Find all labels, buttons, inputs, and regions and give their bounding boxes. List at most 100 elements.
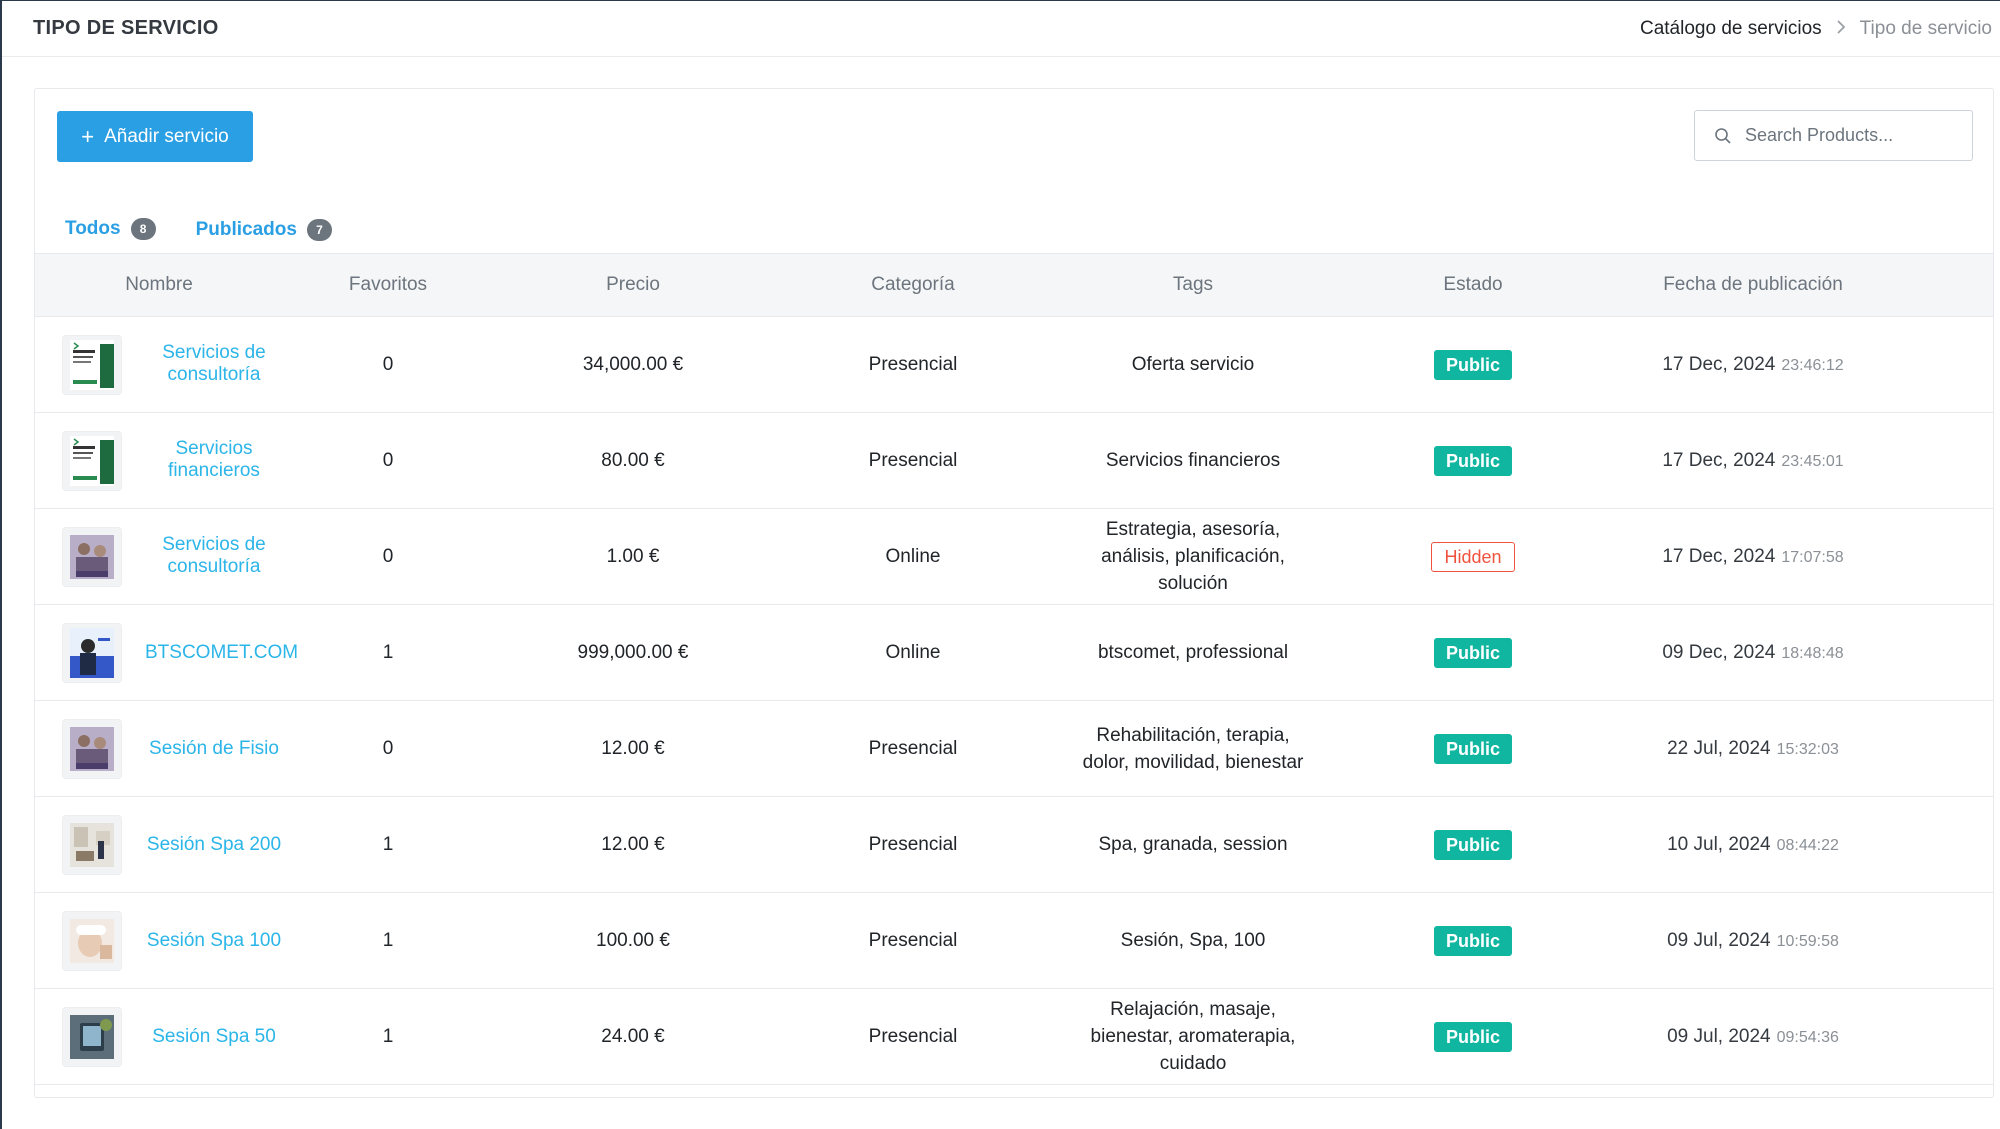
column-header-date[interactable]: Fecha de publicación [1613, 274, 1893, 296]
tab-publicados-label: Publicados [195, 219, 297, 240]
table-row[interactable]: Sesión de Fisio 0 12.00 € Presencial Rehabil… [35, 701, 1993, 797]
add-service-label: Añadir servicio [104, 125, 229, 147]
table-row[interactable]: Sesión Spa 200 1 12.00 € Presencial Spa, gra… [35, 797, 1993, 893]
thumbnail-cell [35, 719, 145, 778]
publish-time: 18:48:48 [1781, 644, 1844, 662]
column-header-status[interactable]: Estado [1333, 274, 1613, 296]
service-thumbnail-image[interactable] [63, 335, 121, 394]
table-row[interactable]: Servicios de consultoría 0 1.00 € Online Est… [35, 509, 1993, 605]
column-header-price[interactable]: Precio [493, 274, 773, 296]
date-cell: 17 Dec, 2024 17:07:58 [1613, 543, 1893, 571]
tags-cell: Relajación, masaje, bienestar, aromatera… [1090, 999, 1296, 1074]
publish-time: 23:46:12 [1781, 356, 1844, 374]
service-thumbnail-image[interactable] [63, 431, 121, 490]
breadcrumb-catalog-link[interactable]: Catálogo de servicios [1640, 18, 1822, 40]
service-name-link[interactable]: Servicios de consultoría [145, 534, 283, 578]
status-badge: Public [1433, 637, 1512, 668]
price-cell: 100.00 € [596, 930, 670, 951]
tab-todos[interactable]: Todos 8 [45, 204, 176, 256]
category-cell: Presencial [868, 450, 958, 471]
tab-publicados[interactable]: Publicados 7 [176, 204, 352, 256]
price-cell: 12.00 € [601, 738, 665, 759]
publish-date: 09 Dec, 2024 [1662, 641, 1776, 663]
category-cell: Presencial [868, 1026, 958, 1047]
status-badge: Hidden [1431, 541, 1515, 572]
column-header-favorites[interactable]: Favoritos [283, 274, 493, 296]
date-cell: 10 Jul, 2024 08:44:22 [1613, 831, 1893, 859]
search-box[interactable] [1694, 110, 1973, 161]
service-name-link[interactable]: Sesión Spa 200 [147, 834, 281, 856]
service-thumbnail-image[interactable] [63, 815, 121, 874]
status-badge: Public [1433, 733, 1512, 764]
name-cell: BTSCOMET.COM [145, 639, 298, 666]
service-thumbnail-image[interactable] [63, 1007, 121, 1066]
category-cell: Online [885, 642, 941, 663]
table-row[interactable]: Servicios financieros 0 80.00 € Presencial S… [35, 413, 1993, 509]
tab-todos-label: Todos [65, 218, 121, 239]
service-thumbnail-image[interactable] [63, 719, 121, 778]
service-name-link[interactable]: Sesión Spa 100 [147, 930, 281, 952]
tabs: Todos 8 Publicados 7 [45, 204, 352, 257]
service-thumbnail-image[interactable] [63, 911, 121, 970]
price-cell: 34,000.00 € [582, 354, 684, 375]
thumbnail-cell [35, 431, 145, 490]
date-cell: 17 Dec, 2024 23:45:01 [1613, 447, 1893, 475]
service-name-link[interactable]: Sesión Spa 50 [152, 1026, 276, 1048]
favorites-cell: 1 [382, 930, 394, 951]
favorites-cell: 1 [382, 834, 394, 855]
breadcrumb-current: Tipo de servicio [1859, 18, 1992, 39]
price-cell: 12.00 € [601, 834, 665, 855]
table-row[interactable]: Sesión Spa 50 1 24.00 € Presencial Relajació… [35, 989, 1993, 1085]
publish-date: 17 Dec, 2024 [1662, 449, 1776, 471]
tab-publicados-count: 7 [306, 219, 332, 241]
publish-time: 17:07:58 [1781, 548, 1844, 566]
status-cell: Public [1333, 1021, 1613, 1052]
service-name-link[interactable]: Servicios de consultoría [145, 342, 283, 386]
publish-time: 23:45:01 [1781, 452, 1844, 470]
status-cell: Public [1333, 829, 1613, 860]
date-cell: 09 Jul, 2024 09:54:36 [1613, 1023, 1893, 1051]
services-table: Nombre Favoritos Precio Categoría Tags E… [35, 253, 1993, 1085]
page-title: TIPO DE SERVICIO [33, 17, 219, 39]
publish-date: 10 Jul, 2024 [1667, 833, 1771, 855]
service-name-link[interactable]: Sesión de Fisio [149, 738, 279, 760]
status-badge: Public [1433, 445, 1512, 476]
service-name-link[interactable]: BTSCOMET.COM [145, 642, 298, 664]
column-header-name[interactable]: Nombre [35, 274, 283, 296]
price-cell: 80.00 € [601, 450, 665, 471]
favorites-cell: 1 [382, 642, 394, 663]
tags-cell: Rehabilitación, terapia, dolor, movilida… [1082, 724, 1304, 773]
publish-time: 10:59:58 [1776, 932, 1839, 950]
table-row[interactable]: Servicios de consultoría 0 34,000.00 € Pres… [35, 317, 1993, 413]
tags-cell: btscomet, professional [1097, 642, 1289, 663]
date-cell: 09 Dec, 2024 18:48:48 [1613, 639, 1893, 667]
name-cell: Sesión Spa 200 [145, 831, 283, 858]
table-row[interactable]: Sesión Spa 100 1 100.00 € Presencial Sesión,… [35, 893, 1993, 989]
favorites-cell: 0 [382, 546, 394, 567]
service-thumbnail-image[interactable] [63, 527, 121, 586]
category-cell: Presencial [868, 834, 958, 855]
service-thumbnail-image[interactable] [63, 623, 121, 682]
name-cell: Servicios financieros [145, 438, 283, 484]
tags-cell: Oferta servicio [1131, 354, 1255, 375]
column-header-category[interactable]: Categoría [773, 274, 1053, 296]
thumbnail-cell [35, 1007, 145, 1066]
chevron-right-icon [1836, 19, 1846, 39]
page-header: TIPO DE SERVICIO Catálogo de servicios T… [2, 1, 2000, 57]
table-row[interactable]: BTSCOMET.COM 1 999,000.00 € Online btscomet,… [35, 605, 1993, 701]
service-name-link[interactable]: Servicios financieros [145, 438, 283, 482]
category-cell: Presencial [868, 930, 958, 951]
publish-time: 09:54:36 [1776, 1028, 1839, 1046]
tags-cell: Servicios financieros [1105, 450, 1281, 471]
status-badge: Public [1433, 349, 1512, 380]
favorites-cell: 1 [382, 1026, 394, 1047]
name-cell: Sesión Spa 50 [145, 1023, 283, 1050]
column-header-tags[interactable]: Tags [1053, 274, 1333, 296]
thumbnail-cell [35, 815, 145, 874]
search-input[interactable] [1743, 124, 1957, 147]
status-badge: Public [1433, 925, 1512, 956]
plus-icon: + [81, 123, 95, 149]
thumbnail-cell [35, 623, 145, 682]
date-cell: 17 Dec, 2024 23:46:12 [1613, 351, 1893, 379]
add-service-button[interactable]: + Añadir servicio [57, 111, 253, 162]
